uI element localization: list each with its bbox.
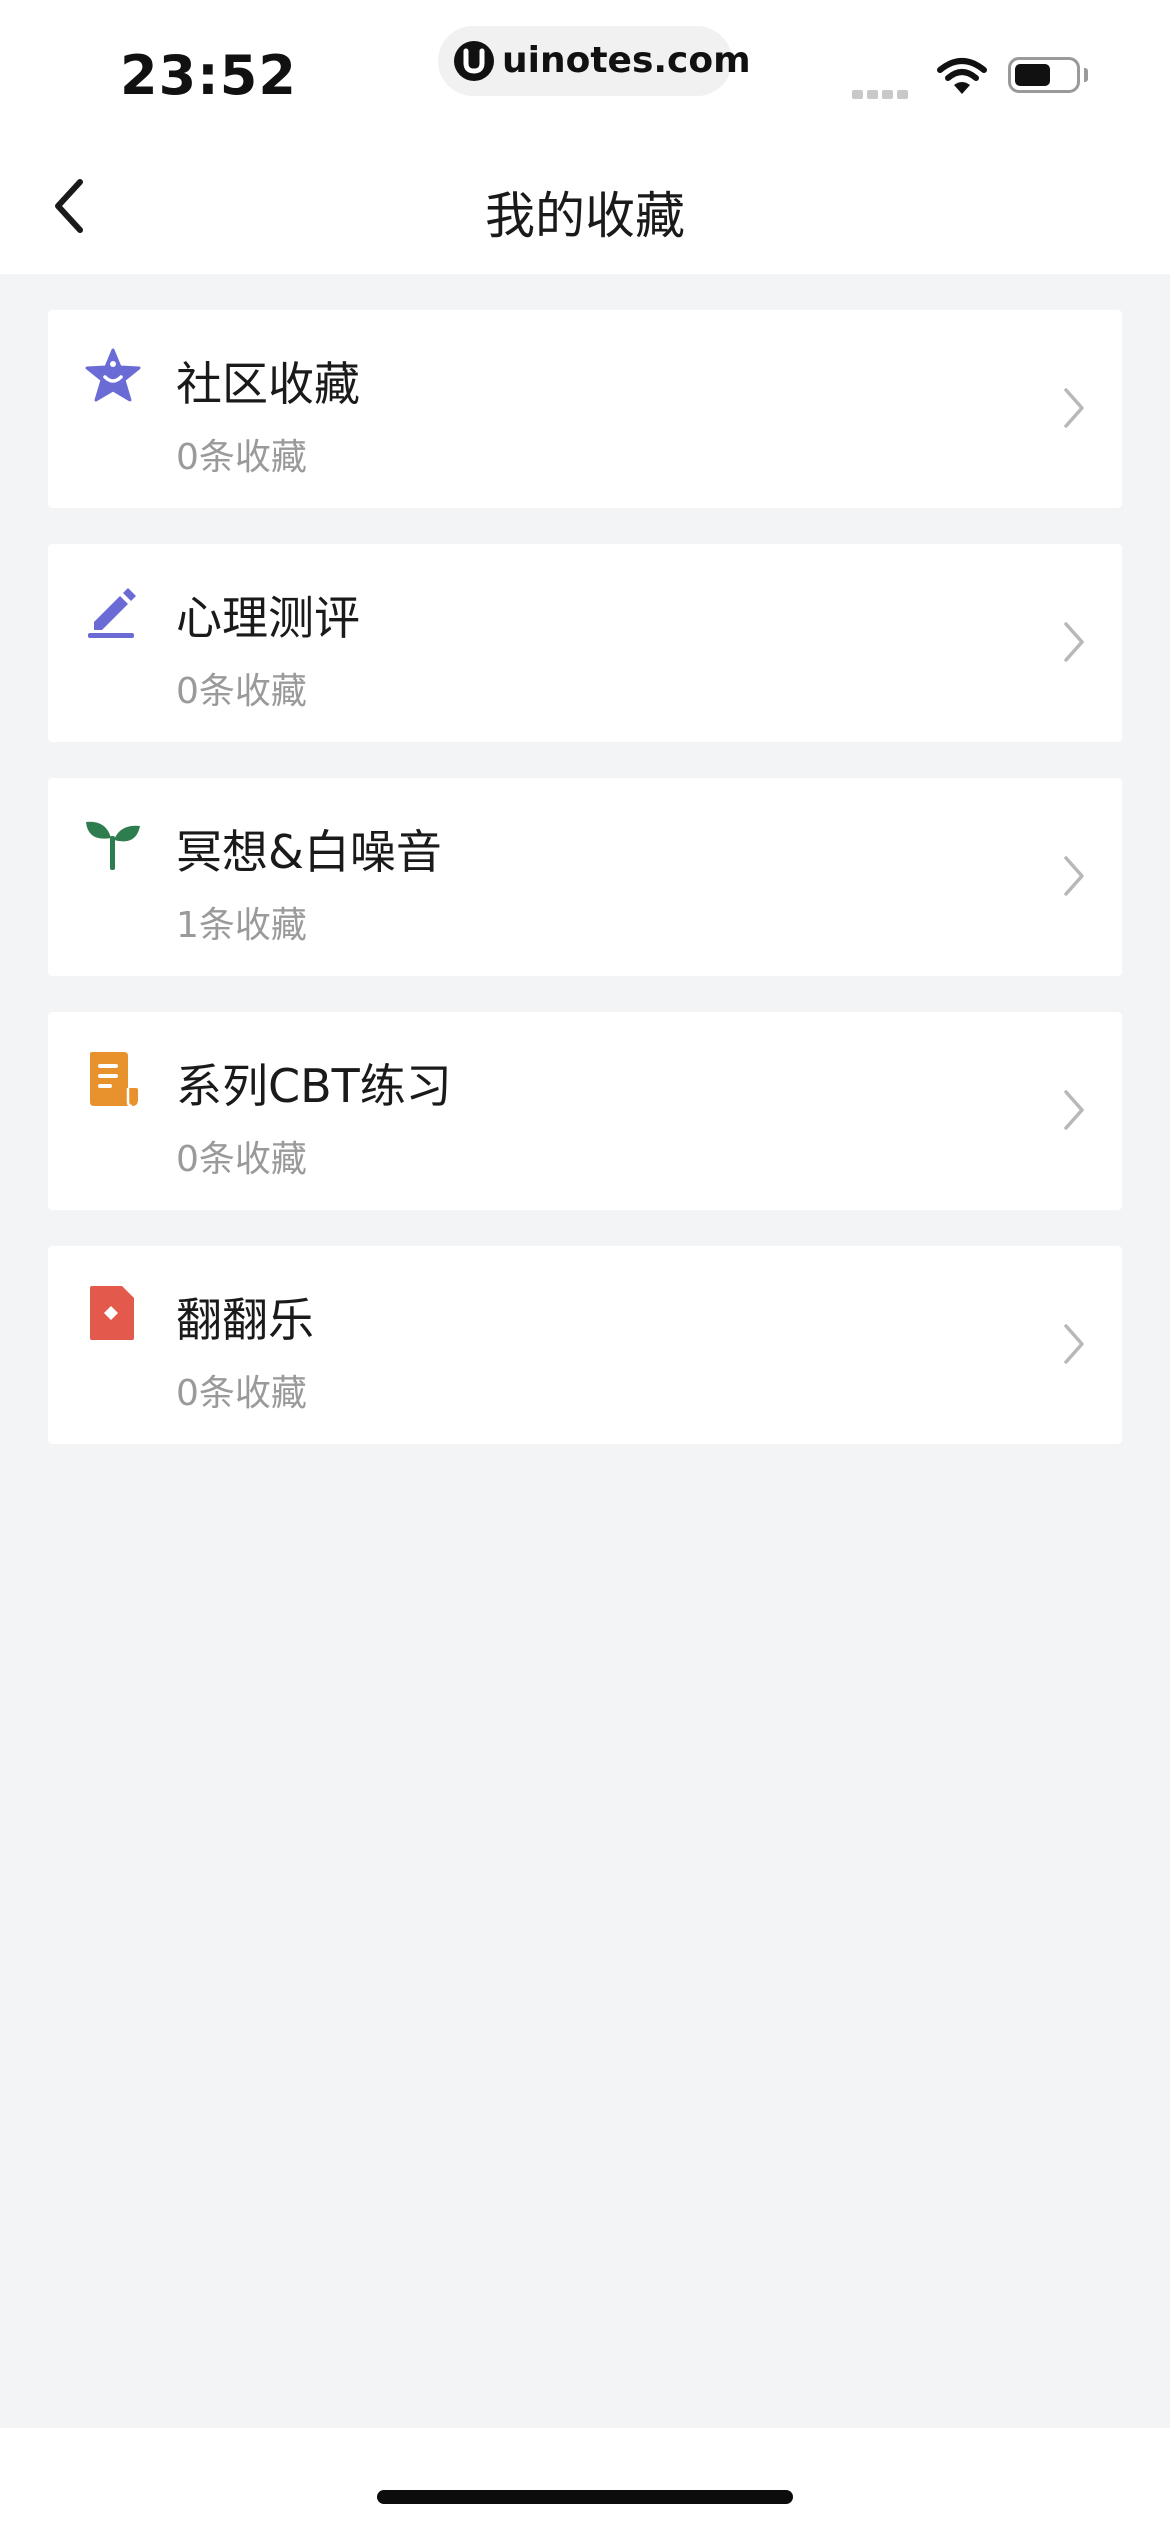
star-face-icon (84, 348, 142, 406)
document-icon (84, 1050, 142, 1108)
item-count: 0条收藏 (176, 1139, 307, 1180)
chevron-right-icon (1064, 856, 1084, 896)
item-title: 社区收藏 (176, 357, 360, 411)
bottom-safe-area (0, 2428, 1170, 2532)
item-count: 1条收藏 (176, 905, 307, 946)
list-item-community[interactable]: 社区收藏 0条收藏 (48, 310, 1122, 508)
item-title: 心理测评 (176, 591, 360, 645)
site-logo-icon (454, 41, 494, 81)
card-icon (84, 1284, 142, 1342)
cellular-signal-icon (852, 84, 912, 103)
sprout-icon (84, 816, 142, 874)
status-time: 23:52 (120, 44, 297, 107)
list-item-assessment[interactable]: 心理测评 0条收藏 (48, 544, 1122, 742)
battery-cap (1084, 68, 1088, 82)
item-title: 冥想&白噪音 (176, 825, 442, 879)
item-count: 0条收藏 (176, 1373, 307, 1414)
list-item-cbt[interactable]: 系列CBT练习 0条收藏 (48, 1012, 1122, 1210)
status-bar: 23:52 uinotes.com (0, 0, 1170, 140)
chevron-right-icon (1064, 1324, 1084, 1364)
battery-icon (1008, 57, 1080, 93)
navigation-bar: 我的收藏 (0, 140, 1170, 274)
home-indicator[interactable] (377, 2490, 793, 2504)
battery-level (1015, 64, 1050, 86)
item-title: 翻翻乐 (176, 1293, 314, 1347)
chevron-right-icon (1064, 1090, 1084, 1130)
page-title: 我的收藏 (485, 187, 685, 245)
wifi-icon (936, 56, 988, 100)
chevron-right-icon (1064, 622, 1084, 662)
list-item-meditation[interactable]: 冥想&白噪音 1条收藏 (48, 778, 1122, 976)
pencil-icon (84, 582, 142, 640)
url-pill[interactable]: uinotes.com (438, 26, 751, 96)
item-count: 0条收藏 (176, 437, 307, 478)
list-item-flip-game[interactable]: 翻翻乐 0条收藏 (48, 1246, 1122, 1444)
item-title: 系列CBT练习 (176, 1059, 452, 1113)
url-text: uinotes.com (502, 40, 751, 81)
chevron-right-icon (1064, 388, 1084, 428)
item-count: 0条收藏 (176, 671, 307, 712)
